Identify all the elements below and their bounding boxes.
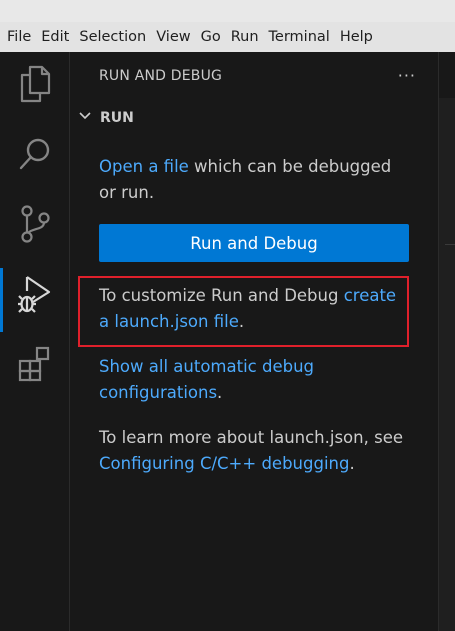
more-actions-icon[interactable]: ···	[398, 66, 416, 85]
learn-more-suffix: .	[349, 454, 355, 473]
activity-bar	[0, 52, 70, 631]
run-and-debug-sidebar: RUN AND DEBUG ··· RUN Open a file which …	[70, 52, 438, 631]
menu-edit[interactable]: Edit	[36, 22, 74, 52]
activity-source-control[interactable]	[0, 192, 70, 256]
activity-run-and-debug[interactable]	[0, 262, 70, 332]
title-bar	[0, 0, 455, 22]
editor-tab-bar	[439, 52, 455, 98]
activity-explorer[interactable]	[0, 52, 70, 116]
highlight-box	[78, 276, 409, 347]
open-file-link[interactable]: Open a file	[99, 157, 189, 176]
run-and-debug-icon	[16, 274, 54, 314]
learn-more-text: To learn more about launch.json, see	[99, 428, 404, 447]
learn-more-message: To learn more about launch.json, see Con…	[99, 425, 411, 477]
menu-go[interactable]: Go	[196, 22, 226, 52]
run-and-debug-button[interactable]: Run and Debug	[99, 224, 409, 262]
show-all-suffix: .	[217, 383, 223, 402]
activity-search[interactable]	[0, 122, 70, 186]
editor-area	[438, 52, 455, 631]
explorer-icon	[18, 65, 52, 103]
activity-extensions[interactable]	[0, 332, 70, 396]
extensions-icon	[17, 346, 53, 382]
menu-view[interactable]: View	[151, 22, 195, 52]
menu-terminal[interactable]: Terminal	[264, 22, 335, 52]
search-icon	[17, 136, 53, 172]
menu-run[interactable]: Run	[226, 22, 264, 52]
menu-bar: File Edit Selection View Go Run Terminal…	[0, 22, 455, 52]
menu-file[interactable]: File	[2, 22, 36, 52]
editor-divider	[445, 244, 455, 245]
open-file-message: Open a file which can be debugged or run…	[99, 154, 411, 206]
menu-help[interactable]: Help	[335, 22, 378, 52]
run-section-header[interactable]: RUN	[78, 108, 134, 127]
chevron-down-icon	[78, 108, 92, 127]
show-all-message: Show all automatic debug configurations.	[99, 354, 411, 406]
run-section-title: RUN	[100, 109, 134, 126]
source-control-icon	[18, 204, 52, 244]
configuring-debugging-link[interactable]: Configuring C/C++ debugging	[99, 454, 349, 473]
menu-selection[interactable]: Selection	[74, 22, 151, 52]
sidebar-title: RUN AND DEBUG	[99, 68, 223, 84]
show-all-configurations-link[interactable]: Show all automatic debug configurations	[99, 357, 314, 402]
